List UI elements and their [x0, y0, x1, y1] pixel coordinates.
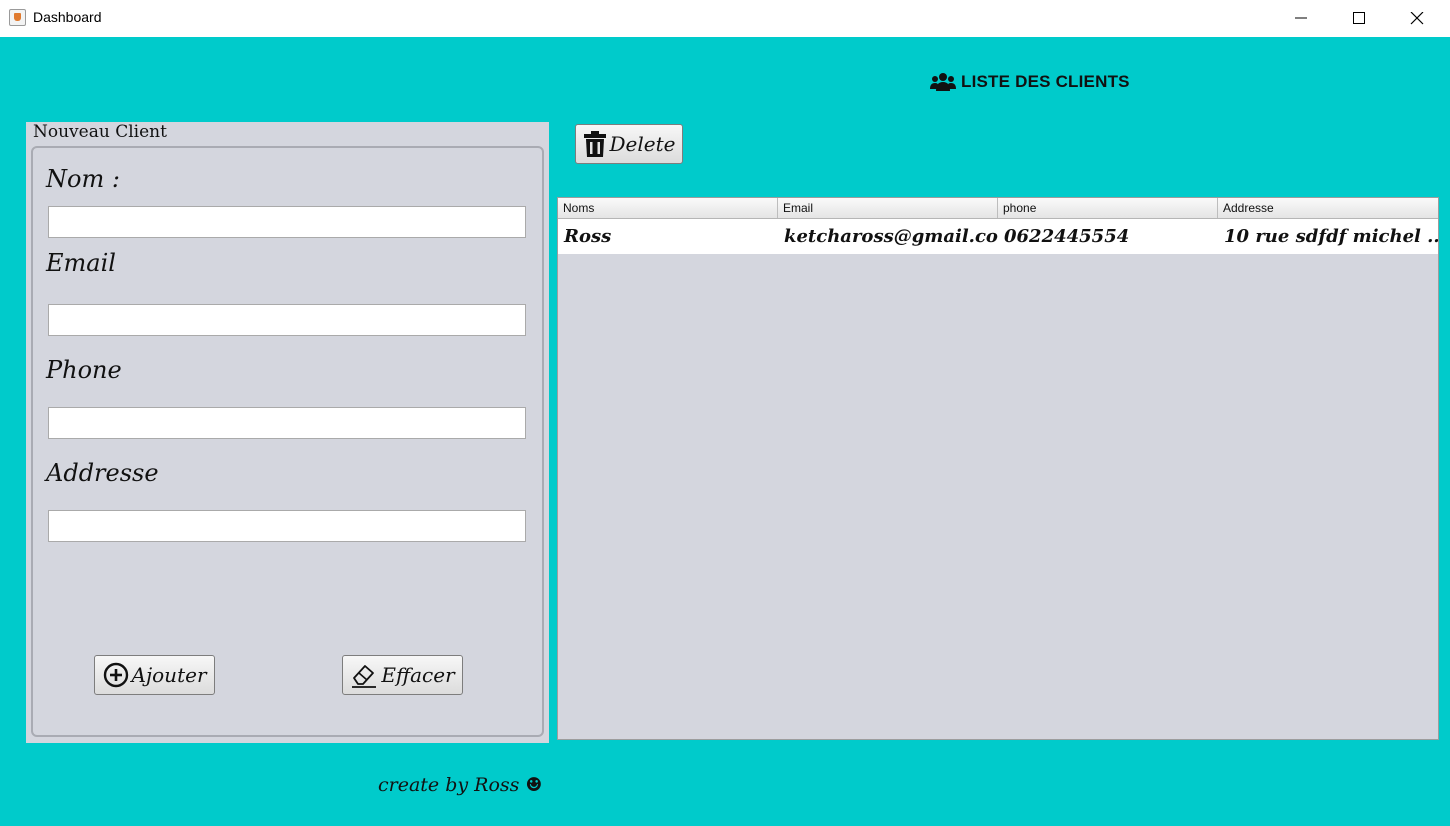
maximize-button[interactable]: [1330, 0, 1388, 37]
clear-button-label: Effacer: [381, 663, 455, 687]
clients-table[interactable]: Noms Email phone Addresse Ross ketcharos…: [557, 197, 1439, 740]
column-header-phone[interactable]: phone: [998, 198, 1218, 218]
new-client-panel: Nouveau Client Nom : Email Phone Address…: [26, 122, 549, 743]
minimize-icon: [1295, 17, 1307, 19]
clients-list-heading: LISTE DES CLIENTS: [930, 72, 1130, 92]
panel-title: Nouveau Client: [33, 122, 167, 142]
name-field[interactable]: [48, 206, 526, 238]
add-button-label: Ajouter: [131, 663, 207, 687]
phone-label: Phone: [46, 356, 122, 384]
address-label: Addresse: [46, 459, 159, 487]
column-header-noms[interactable]: Noms: [558, 198, 778, 218]
maximize-icon: [1353, 12, 1365, 24]
trash-icon: [583, 131, 606, 157]
minimize-button[interactable]: [1272, 0, 1330, 37]
delete-button[interactable]: Delete: [575, 124, 683, 164]
table-row[interactable]: Ross ketchaross@gmail.com 0622445554 10 …: [558, 219, 1438, 254]
table-header: Noms Email phone Addresse: [558, 198, 1438, 219]
table-cell[interactable]: 0622445554: [998, 219, 1218, 254]
email-field[interactable]: [48, 304, 526, 336]
table-cell[interactable]: 10 rue sdfdf michel ...: [1218, 219, 1438, 254]
column-header-addresse[interactable]: Addresse: [1218, 198, 1438, 218]
table-cell[interactable]: ketchaross@gmail.com: [778, 219, 998, 254]
close-button[interactable]: [1388, 0, 1446, 37]
add-button[interactable]: Ajouter: [94, 655, 215, 695]
name-label: Nom :: [46, 165, 120, 193]
window-titlebar: Dashboard: [0, 0, 1450, 37]
column-header-email[interactable]: Email: [778, 198, 998, 218]
page-title: LISTE DES CLIENTS: [961, 72, 1130, 91]
eraser-icon: [352, 665, 377, 688]
email-label: Email: [46, 249, 116, 277]
java-app-icon: [9, 9, 26, 26]
plus-circle-icon: [103, 662, 128, 688]
address-field[interactable]: [48, 510, 526, 542]
users-icon: [930, 73, 956, 91]
delete-button-label: Delete: [609, 132, 676, 156]
phone-field[interactable]: [48, 407, 526, 439]
table-cell[interactable]: Ross: [558, 219, 778, 254]
window-title: Dashboard: [33, 9, 102, 25]
close-icon: [1410, 12, 1424, 25]
clear-button[interactable]: Effacer: [342, 655, 463, 695]
credit-text: create by Ross ☻: [378, 774, 543, 796]
